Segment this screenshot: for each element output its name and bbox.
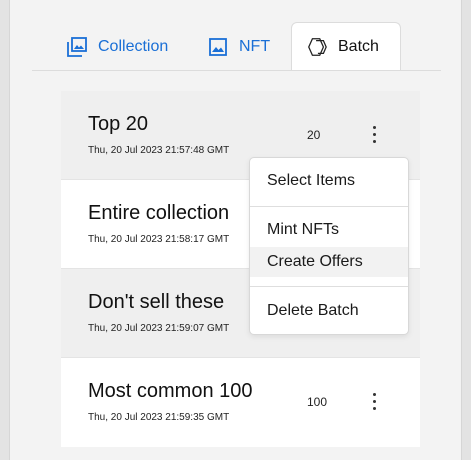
menu-item-create-offers[interactable]: Create Offers [250, 247, 408, 277]
batch-row[interactable]: Most common 100 Thu, 20 Jul 2023 21:59:3… [61, 358, 420, 447]
more-options-icon[interactable] [362, 389, 386, 413]
batch-title: Entire collection [88, 202, 230, 224]
batch-title: Most common 100 [88, 380, 253, 402]
image-stack-icon [66, 36, 88, 58]
more-options-icon[interactable] [362, 122, 386, 146]
tab-collection[interactable]: Collection [66, 22, 168, 71]
tab-batch-label: Batch [338, 38, 379, 55]
batch-context-menu: Select Items Mint NFTs Create Offers Del… [249, 157, 409, 335]
menu-item-mint-nfts[interactable]: Mint NFTs [250, 215, 408, 245]
tab-nft[interactable]: NFT [207, 22, 270, 71]
batch-date: Thu, 20 Jul 2023 21:58:17 GMT [88, 234, 230, 245]
batch-date: Thu, 20 Jul 2023 21:59:35 GMT [88, 412, 230, 423]
batch-title: Don't sell these [88, 291, 225, 313]
menu-item-delete-batch[interactable]: Delete Batch [250, 296, 408, 326]
batch-date: Thu, 20 Jul 2023 21:59:07 GMT [88, 323, 230, 334]
tab-batch[interactable]: Batch [291, 22, 401, 71]
batch-date: Thu, 20 Jul 2023 21:57:48 GMT [88, 145, 230, 156]
image-icon [207, 36, 229, 58]
batch-panel: Collection NFT Batch Top 20 Thu, 20 Jul … [9, 0, 462, 460]
menu-divider [250, 286, 408, 287]
batch-title: Top 20 [88, 113, 149, 135]
batch-count: 100 [307, 395, 328, 409]
batch-count: 20 [307, 128, 321, 142]
menu-divider [250, 206, 408, 207]
menu-item-select-items[interactable]: Select Items [250, 166, 408, 196]
hexagons-icon [306, 36, 328, 58]
tab-divider [32, 70, 441, 71]
tab-bar: Collection NFT Batch [10, 0, 463, 71]
tab-nft-label: NFT [239, 37, 271, 55]
tab-collection-label: Collection [98, 37, 169, 55]
